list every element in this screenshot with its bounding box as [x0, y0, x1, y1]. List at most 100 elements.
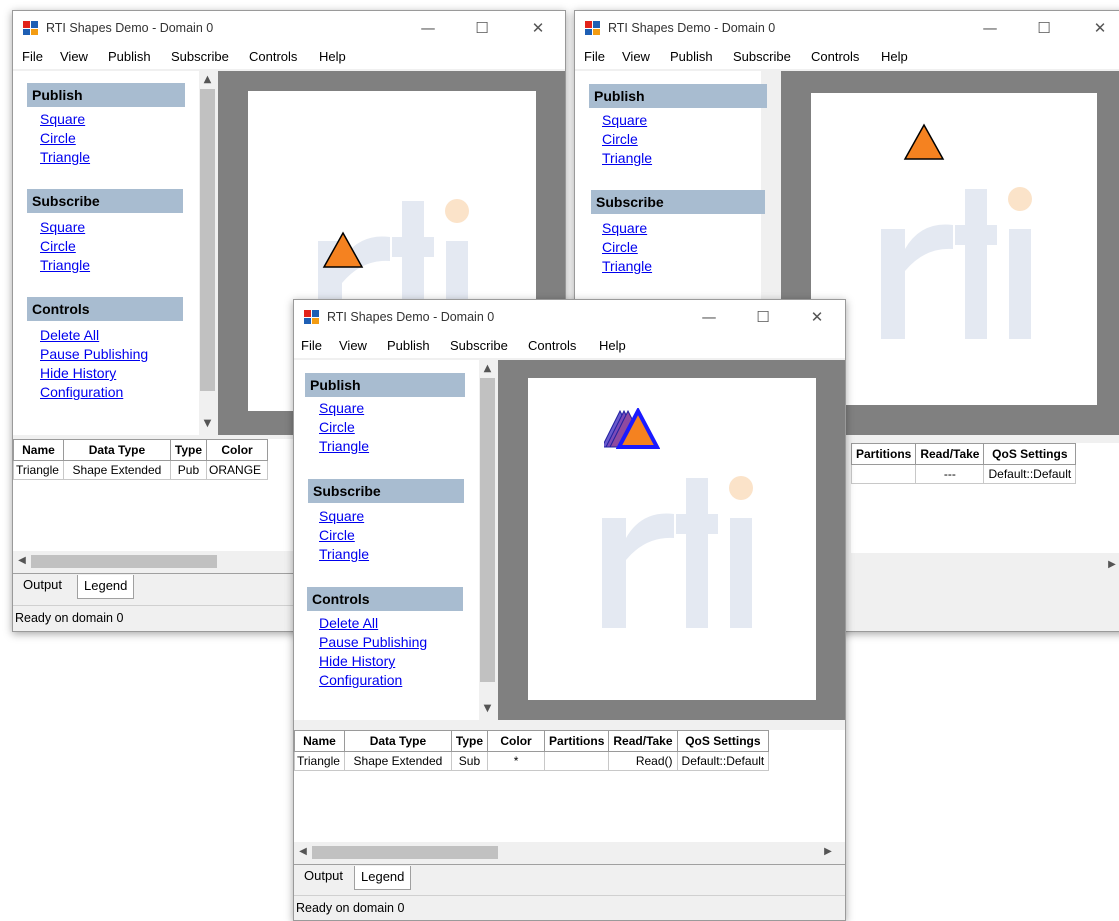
close-button[interactable]: ✕	[1087, 17, 1113, 39]
menu-file[interactable]: File	[22, 49, 43, 64]
column-header-name[interactable]: Name	[294, 730, 345, 752]
subscribe-square-link[interactable]: Square	[602, 220, 647, 236]
column-header-partitions[interactable]: Partitions	[544, 730, 610, 752]
menu-subscribe[interactable]: Subscribe	[450, 338, 508, 353]
close-button[interactable]: ✕	[525, 17, 551, 39]
title-bar[interactable]: RTI Shapes Demo - Domain 0 — ☐ ✕	[294, 300, 845, 334]
column-header-name[interactable]: Name	[13, 439, 64, 461]
tab-legend[interactable]: Legend	[354, 866, 412, 890]
minimize-button[interactable]: —	[415, 17, 441, 39]
table-row[interactable]: Triangle Shape Extended Pub ORANGE	[13, 460, 269, 480]
publish-triangle-link[interactable]: Triangle	[319, 438, 369, 454]
hide-history-link[interactable]: Hide History	[319, 653, 395, 669]
menu-controls[interactable]: Controls	[249, 49, 297, 64]
menu-view[interactable]: View	[60, 49, 88, 64]
publish-circle-link[interactable]: Circle	[319, 419, 355, 435]
minimize-button[interactable]: —	[977, 17, 1003, 39]
minimize-button[interactable]: —	[696, 306, 722, 328]
orange-triangle-shape	[903, 123, 945, 160]
title-bar[interactable]: RTI Shapes Demo - Domain 0 — ☐ ✕	[575, 11, 1119, 45]
menu-bar: File View Publish Subscribe Controls Hel…	[575, 45, 1119, 69]
scrollbar-thumb[interactable]	[480, 378, 495, 682]
menu-publish[interactable]: Publish	[108, 49, 151, 64]
menu-subscribe[interactable]: Subscribe	[171, 49, 229, 64]
delete-all-link[interactable]: Delete All	[319, 615, 378, 631]
subscribe-circle-link[interactable]: Circle	[319, 527, 355, 543]
delete-all-link[interactable]: Delete All	[40, 327, 99, 343]
column-header-read-take[interactable]: Read/Take	[915, 443, 985, 465]
tab-legend[interactable]: Legend	[77, 575, 135, 599]
maximize-button[interactable]: ☐	[750, 306, 776, 328]
column-header-partitions[interactable]: Partitions	[851, 443, 917, 465]
pause-publishing-link[interactable]: Pause Publishing	[40, 346, 148, 362]
menu-help[interactable]: Help	[599, 338, 626, 353]
menu-help[interactable]: Help	[881, 49, 908, 64]
menu-file[interactable]: File	[301, 338, 322, 353]
subscribe-square-link[interactable]: Square	[40, 219, 85, 235]
subscribe-triangle-link[interactable]: Triangle	[319, 546, 369, 562]
table-horizontal-scrollbar[interactable]: ▶	[851, 557, 1119, 574]
publish-triangle-link[interactable]: Triangle	[602, 150, 652, 166]
configuration-link[interactable]: Configuration	[319, 672, 402, 688]
publish-square-link[interactable]: Square	[40, 111, 85, 127]
table-row[interactable]: Triangle Shape Extended Sub * Read() Def…	[294, 751, 770, 771]
menu-controls[interactable]: Controls	[811, 49, 859, 64]
subscribe-circle-link[interactable]: Circle	[602, 239, 638, 255]
shapes-canvas[interactable]	[528, 378, 816, 700]
cell-data-type: Shape Extended	[343, 751, 452, 771]
menu-subscribe[interactable]: Subscribe	[733, 49, 791, 64]
pause-publishing-link[interactable]: Pause Publishing	[319, 634, 427, 650]
title-bar[interactable]: RTI Shapes Demo - Domain 0 — ☐ ✕	[13, 11, 565, 45]
control-panel-scrollbar[interactable]: ▲ ▼	[199, 71, 216, 435]
column-header-type[interactable]: Type	[450, 730, 489, 752]
orange-triangle-shape	[616, 408, 660, 449]
publish-circle-link[interactable]: Circle	[40, 130, 76, 146]
menu-file[interactable]: File	[584, 49, 605, 64]
column-header-qos-settings[interactable]: QoS Settings	[983, 443, 1077, 465]
subscribe-square-link[interactable]: Square	[319, 508, 364, 524]
scroll-left-arrow-icon[interactable]: ◀	[296, 845, 310, 859]
scroll-right-arrow-icon[interactable]: ▶	[821, 845, 835, 859]
shapes-canvas[interactable]	[811, 93, 1097, 405]
control-panel-scrollbar[interactable]: ▲ ▼	[479, 360, 496, 720]
column-header-read-take[interactable]: Read/Take	[608, 730, 678, 752]
scrollbar-thumb[interactable]	[31, 555, 217, 568]
table-horizontal-scrollbar[interactable]: ◀ ▶	[294, 844, 845, 861]
tab-output[interactable]: Output	[298, 865, 350, 887]
menu-controls[interactable]: Controls	[528, 338, 576, 353]
scroll-down-arrow-icon[interactable]: ▼	[479, 702, 496, 716]
scroll-up-arrow-icon[interactable]: ▲	[479, 362, 496, 376]
maximize-button[interactable]: ☐	[469, 17, 495, 39]
column-header-color[interactable]: Color	[206, 439, 269, 461]
publish-square-link[interactable]: Square	[319, 400, 364, 416]
menu-publish[interactable]: Publish	[670, 49, 713, 64]
column-header-data-type[interactable]: Data Type	[343, 730, 452, 752]
scroll-left-arrow-icon[interactable]: ◀	[15, 554, 29, 568]
column-header-color[interactable]: Color	[487, 730, 546, 752]
scroll-up-arrow-icon[interactable]: ▲	[199, 73, 216, 87]
menu-view[interactable]: View	[339, 338, 367, 353]
scroll-right-arrow-icon[interactable]: ▶	[1105, 558, 1119, 572]
configuration-link[interactable]: Configuration	[40, 384, 123, 400]
subscribe-triangle-link[interactable]: Triangle	[40, 257, 90, 273]
menu-bar: File View Publish Subscribe Controls Hel…	[294, 334, 845, 358]
tab-output[interactable]: Output	[17, 574, 69, 596]
maximize-button[interactable]: ☐	[1031, 17, 1057, 39]
scrollbar-thumb[interactable]	[312, 846, 498, 859]
table-row[interactable]: --- Default::Default	[851, 464, 1077, 484]
publish-square-link[interactable]: Square	[602, 112, 647, 128]
scroll-down-arrow-icon[interactable]: ▼	[199, 417, 216, 431]
scrollbar-thumb[interactable]	[200, 89, 215, 391]
subscribe-circle-link[interactable]: Circle	[40, 238, 76, 254]
menu-publish[interactable]: Publish	[387, 338, 430, 353]
publish-triangle-link[interactable]: Triangle	[40, 149, 90, 165]
close-button[interactable]: ✕	[804, 306, 830, 328]
hide-history-link[interactable]: Hide History	[40, 365, 116, 381]
subscribe-triangle-link[interactable]: Triangle	[602, 258, 652, 274]
menu-view[interactable]: View	[622, 49, 650, 64]
publish-circle-link[interactable]: Circle	[602, 131, 638, 147]
menu-help[interactable]: Help	[319, 49, 346, 64]
column-header-qos-settings[interactable]: QoS Settings	[676, 730, 770, 752]
column-header-type[interactable]: Type	[169, 439, 208, 461]
column-header-data-type[interactable]: Data Type	[62, 439, 171, 461]
